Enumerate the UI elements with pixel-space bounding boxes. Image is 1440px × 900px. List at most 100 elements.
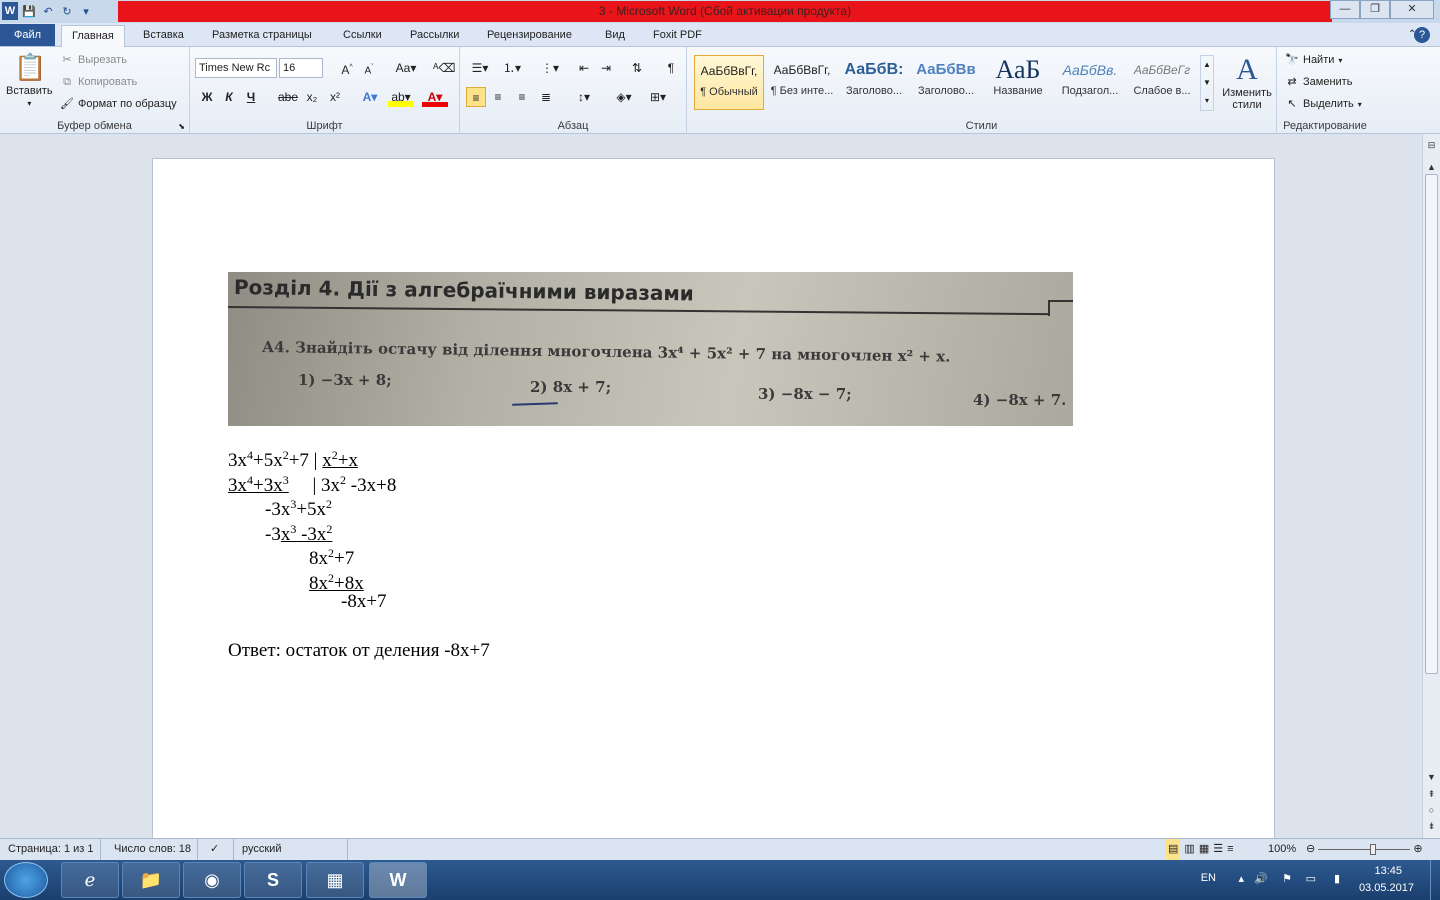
chrome-icon[interactable]: ◉ xyxy=(183,862,241,898)
web-layout-icon[interactable]: ▦ xyxy=(1199,839,1209,860)
font-size-select[interactable]: 16 xyxy=(279,58,323,78)
style-heading-1[interactable]: АаБбВ: Заголово... xyxy=(839,55,909,110)
file-explorer-icon[interactable]: 📁 xyxy=(122,862,180,898)
network-icon[interactable]: ▭ xyxy=(1306,872,1316,885)
tab-view[interactable]: Вид xyxy=(595,25,635,47)
scroll-down-arrow[interactable]: ▼ xyxy=(1423,772,1440,782)
zoom-in-icon[interactable]: ⊕ xyxy=(1413,843,1422,855)
zoom-thumb[interactable] xyxy=(1370,843,1377,855)
zoom-level[interactable]: 100% xyxy=(1262,839,1302,860)
style-title[interactable]: АаБ Название xyxy=(983,55,1053,110)
tab-mailings[interactable]: Рассылки xyxy=(400,25,469,47)
document-page[interactable]: Розділ 4. Дії з алгебраїчними виразами А… xyxy=(152,158,1275,858)
page-count[interactable]: Страница: 1 из 1 xyxy=(2,839,101,860)
underline-button[interactable]: Ч xyxy=(241,87,261,107)
action-center-icon[interactable]: ⚑ xyxy=(1282,872,1292,885)
styles-scroll[interactable]: ▲ ▼ ▾ xyxy=(1200,55,1214,111)
pilcrow-icon[interactable]: ¶ xyxy=(661,58,681,78)
style-no-spacing[interactable]: АаБбВвГг, ¶ Без инте... xyxy=(767,55,837,110)
zoom-slider[interactable]: ⊖ ⊕ xyxy=(1300,839,1438,860)
tab-foxit-pdf[interactable]: Foxit PDF xyxy=(643,25,712,47)
line-spacing-icon[interactable]: ↕▾ xyxy=(570,87,598,107)
tab-references[interactable]: Ссылки xyxy=(333,25,392,47)
superscript-button[interactable]: x² xyxy=(325,87,345,107)
style-subtle-emphasis[interactable]: АаБбВеГг Слабое в... xyxy=(1127,55,1197,110)
tab-review[interactable]: Рецензирование xyxy=(477,25,582,47)
multilevel-list-icon[interactable]: ⋮▾ xyxy=(536,58,564,78)
next-page-icon[interactable]: ⇟ xyxy=(1423,821,1440,832)
bold-button[interactable]: Ж xyxy=(197,87,217,107)
paste-button[interactable]: 📋 Вставить ▾ xyxy=(6,51,53,108)
battery-icon[interactable]: ▮ xyxy=(1334,872,1340,885)
close-button[interactable]: ✕ xyxy=(1390,0,1434,19)
grow-font-icon[interactable]: A^ xyxy=(337,58,357,78)
save-icon[interactable]: 💾 xyxy=(21,2,37,20)
clear-formatting-icon[interactable]: ᴬ⌫ xyxy=(433,58,455,78)
internet-explorer-icon[interactable]: ℯ xyxy=(61,862,119,898)
scroll-up-arrow[interactable]: ▲ xyxy=(1423,162,1440,172)
calculator-icon[interactable]: ▦ xyxy=(306,862,364,898)
tab-insert[interactable]: Вставка xyxy=(133,25,194,47)
full-screen-reading-icon[interactable]: ▥ xyxy=(1184,839,1194,860)
minimize-button[interactable]: — xyxy=(1330,0,1360,19)
align-right-icon[interactable]: ≡ xyxy=(512,87,532,107)
decrease-indent-icon[interactable]: ⇤ xyxy=(574,58,594,78)
change-case-icon[interactable]: Aa▾ xyxy=(392,58,420,78)
word-count[interactable]: Число слов: 18 xyxy=(108,839,199,860)
highlight-color-icon[interactable]: ab▾ xyxy=(388,87,414,107)
clock-time[interactable]: 13:45 xyxy=(1374,865,1402,877)
italic-button[interactable]: К xyxy=(219,87,239,107)
numbering-icon[interactable]: ⒈▾ xyxy=(498,58,526,78)
outline-icon[interactable]: ☰ xyxy=(1213,839,1223,860)
qat-more-icon[interactable]: ▾ xyxy=(78,2,94,20)
show-hidden-icons-icon[interactable]: ▴ xyxy=(1238,872,1244,885)
keyboard-layout[interactable]: EN xyxy=(1201,872,1216,884)
redo-icon[interactable]: ↻ xyxy=(59,2,75,20)
word-icon[interactable]: W xyxy=(2,2,18,20)
tab-home[interactable]: Главная xyxy=(61,25,125,48)
style-subtitle[interactable]: АаБбВв. Подзагол... xyxy=(1055,55,1125,110)
find-button[interactable]: 🔭 Найти ▾ xyxy=(1285,53,1342,67)
copy-button[interactable]: ⧉ Копировать xyxy=(60,75,137,89)
clock-date[interactable]: 03.05.2017 xyxy=(1359,882,1414,894)
draft-icon[interactable]: ≡ xyxy=(1227,839,1233,860)
select-button[interactable]: ↖ Выделить ▾ xyxy=(1285,97,1361,111)
cut-button[interactable]: ✂ Вырезать xyxy=(60,53,127,67)
align-left-icon[interactable]: ≡ xyxy=(466,87,486,107)
align-center-icon[interactable]: ≡ xyxy=(488,87,508,107)
style-heading-2[interactable]: АаБбВв Заголово... xyxy=(911,55,981,110)
style-normal[interactable]: АаБбВвГг, ¶ Обычный xyxy=(694,55,764,110)
textbook-photo[interactable]: Розділ 4. Дії з алгебраїчними виразами А… xyxy=(228,272,1073,426)
print-layout-icon[interactable]: ▤ xyxy=(1166,839,1181,860)
tab-file[interactable]: Файл xyxy=(0,24,55,46)
help-icon[interactable]: ? xyxy=(1414,27,1431,43)
change-styles-button[interactable]: A Изменить стили xyxy=(1219,53,1275,111)
shading-icon[interactable]: ◈▾ xyxy=(610,87,638,107)
start-button[interactable] xyxy=(4,862,48,898)
font-color-icon[interactable]: A▾ xyxy=(422,87,448,107)
font-name-select[interactable]: Times New Rc xyxy=(195,58,277,78)
previous-page-icon[interactable]: ⇞ xyxy=(1423,789,1440,800)
justify-icon[interactable]: ≣ xyxy=(536,87,556,107)
zoom-out-icon[interactable]: ⊖ xyxy=(1306,843,1315,855)
format-painter-button[interactable]: 🖌 Формат по образцу xyxy=(60,97,177,111)
ruler-toggle-icon[interactable]: ⊟ xyxy=(1423,140,1440,151)
bullets-icon[interactable]: ☰▾ xyxy=(466,58,494,78)
volume-icon[interactable]: 🔊 xyxy=(1254,872,1268,885)
word-taskbar-icon[interactable]: W xyxy=(369,862,427,898)
show-desktop-button[interactable] xyxy=(1430,860,1440,900)
scroll-thumb[interactable] xyxy=(1425,174,1438,674)
replace-button[interactable]: ⇄ Заменить xyxy=(1285,75,1352,89)
shrink-font-icon[interactable]: Aˇ xyxy=(359,58,379,78)
language[interactable]: русский xyxy=(236,839,348,860)
strikethrough-button[interactable]: abe xyxy=(278,87,298,107)
maximize-button[interactable]: ❐ xyxy=(1360,0,1390,19)
text-effects-icon[interactable]: A▾ xyxy=(360,87,380,107)
proofing-icon[interactable]: ✓ xyxy=(204,839,234,860)
vertical-scrollbar[interactable]: ⊟ ▲ ▼ ⇞ ○ ⇟ xyxy=(1422,134,1440,838)
browse-object-icon[interactable]: ○ xyxy=(1423,805,1440,815)
increase-indent-icon[interactable]: ⇥ xyxy=(596,58,616,78)
tab-page-layout[interactable]: Разметка страницы xyxy=(202,25,322,47)
undo-icon[interactable]: ↶ xyxy=(40,2,56,20)
borders-icon[interactable]: ⊞▾ xyxy=(644,87,672,107)
